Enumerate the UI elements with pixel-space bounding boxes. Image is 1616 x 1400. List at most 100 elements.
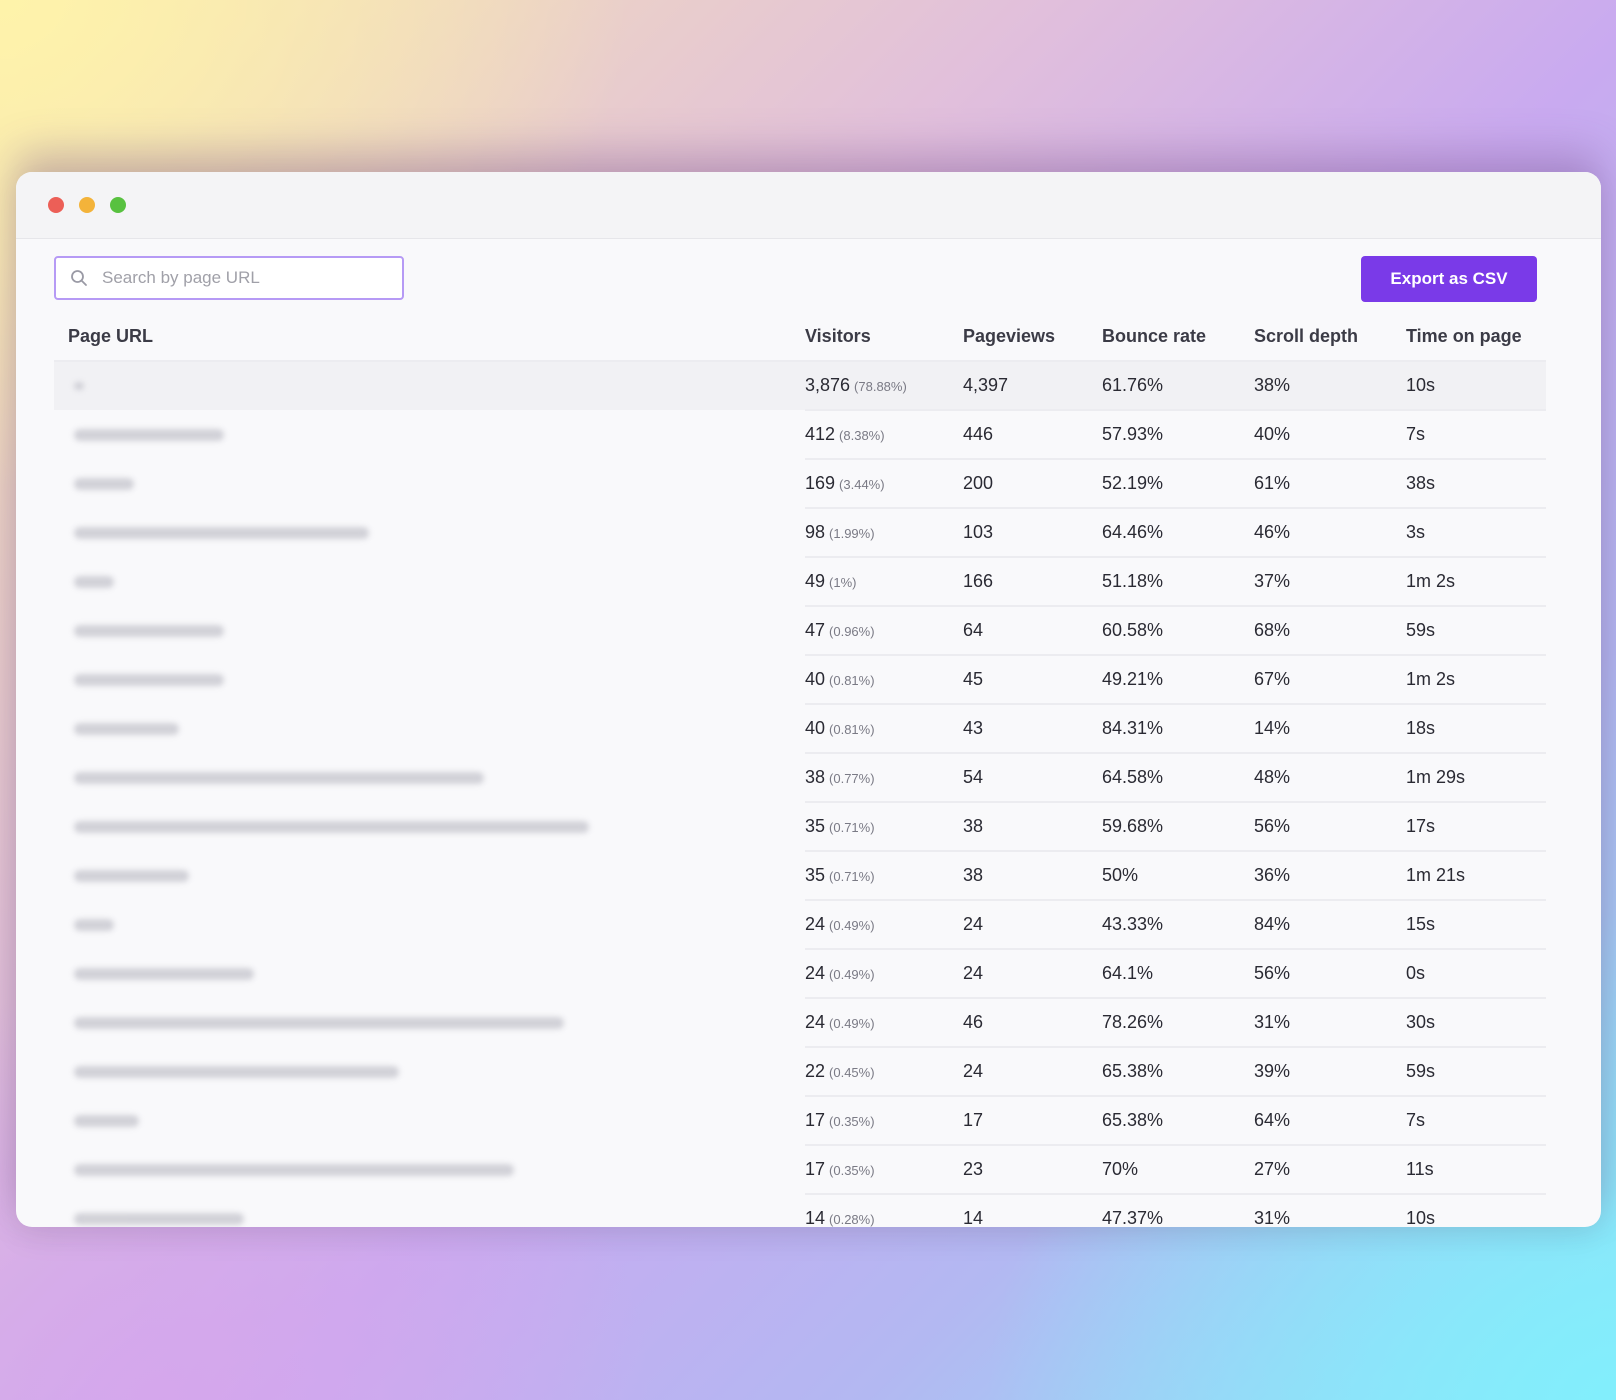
cell-time-on-page: 3s	[1406, 508, 1546, 558]
table-row[interactable]: 40 (0.81%) 45 49.21% 67% 1m 2s	[54, 655, 1546, 705]
table-row[interactable]: 17 (0.35%) 17 65.38% 64% 7s	[54, 1096, 1546, 1146]
cell-page-url[interactable]	[54, 1096, 805, 1145]
table-row[interactable]: 22 (0.45%) 24 65.38% 39% 59s	[54, 1047, 1546, 1097]
table-row[interactable]: 49 (1%) 166 51.18% 37% 1m 2s	[54, 557, 1546, 607]
visitors-percentage: (0.35%)	[829, 1114, 875, 1129]
window-close-button[interactable]	[48, 197, 64, 213]
cell-scroll-depth: 56%	[1254, 949, 1406, 999]
visitors-percentage: (0.77%)	[829, 771, 875, 786]
cell-page-url[interactable]	[54, 655, 805, 704]
cell-page-url[interactable]	[54, 1145, 805, 1194]
cell-page-url[interactable]	[54, 1047, 805, 1096]
cell-time-on-page: 1m 2s	[1406, 557, 1546, 607]
table-row[interactable]: 14 (0.28%) 14 47.37% 31% 10s	[54, 1194, 1546, 1227]
table-row[interactable]: 47 (0.96%) 64 60.58% 68% 59s	[54, 606, 1546, 656]
cell-bounce-rate: 57.93%	[1102, 410, 1254, 460]
cell-time-on-page: 59s	[1406, 1047, 1546, 1097]
visitors-percentage: (0.71%)	[829, 869, 875, 884]
cell-page-url[interactable]	[54, 606, 805, 655]
table-row[interactable]: 24 (0.49%) 46 78.26% 31% 30s	[54, 998, 1546, 1048]
search-box[interactable]	[54, 256, 404, 300]
window-maximize-button[interactable]	[110, 197, 126, 213]
visitors-percentage: (3.44%)	[839, 477, 885, 492]
visitors-percentage: (0.35%)	[829, 1163, 875, 1178]
cell-visitors: 14 (0.28%)	[805, 1194, 963, 1227]
cell-pageviews: 38	[963, 802, 1102, 852]
column-header-time-on-page[interactable]: Time on page	[1406, 312, 1546, 362]
table-row[interactable]: 24 (0.49%) 24 43.33% 84% 15s	[54, 900, 1546, 950]
cell-page-url[interactable]	[54, 753, 805, 802]
cell-scroll-depth: 39%	[1254, 1047, 1406, 1097]
visitors-count: 38	[805, 767, 826, 787]
search-input[interactable]	[100, 267, 364, 289]
column-header-scroll-depth[interactable]: Scroll depth	[1254, 312, 1406, 362]
table-row[interactable]: 3,876 (78.88%) 4,397 61.76% 38% 10s	[54, 361, 1546, 411]
cell-bounce-rate: 60.58%	[1102, 606, 1254, 656]
blurred-url-placeholder	[74, 674, 224, 687]
table-row[interactable]: 40 (0.81%) 43 84.31% 14% 18s	[54, 704, 1546, 754]
column-header-pageviews[interactable]: Pageviews	[963, 312, 1102, 362]
blurred-url-placeholder	[74, 576, 114, 589]
cell-pageviews: 446	[963, 410, 1102, 460]
column-header-bounce-rate[interactable]: Bounce rate	[1102, 312, 1254, 362]
cell-page-url[interactable]	[54, 802, 805, 851]
cell-page-url[interactable]	[54, 1194, 805, 1227]
cell-scroll-depth: 36%	[1254, 851, 1406, 901]
cell-time-on-page: 38s	[1406, 459, 1546, 509]
table-row[interactable]: 169 (3.44%) 200 52.19% 61% 38s	[54, 459, 1546, 509]
cell-bounce-rate: 49.21%	[1102, 655, 1254, 705]
cell-time-on-page: 30s	[1406, 998, 1546, 1048]
cell-page-url[interactable]	[54, 949, 805, 998]
cell-visitors: 38 (0.77%)	[805, 753, 963, 803]
visitors-percentage: (1.99%)	[829, 526, 875, 541]
table-row[interactable]: 24 (0.49%) 24 64.1% 56% 0s	[54, 949, 1546, 999]
cell-page-url[interactable]	[54, 704, 805, 753]
blurred-url-placeholder	[74, 968, 254, 981]
blurred-url-placeholder	[74, 1017, 564, 1030]
cell-bounce-rate: 70%	[1102, 1145, 1254, 1195]
cell-time-on-page: 18s	[1406, 704, 1546, 754]
blurred-url-placeholder	[74, 1115, 139, 1128]
cell-pageviews: 23	[963, 1145, 1102, 1195]
column-header-page-url[interactable]: Page URL	[54, 312, 805, 362]
table-row[interactable]: 35 (0.71%) 38 59.68% 56% 17s	[54, 802, 1546, 852]
cell-bounce-rate: 52.19%	[1102, 459, 1254, 509]
export-csv-button[interactable]: Export as CSV	[1361, 256, 1537, 302]
visitors-count: 49	[805, 571, 826, 591]
table-row[interactable]: 17 (0.35%) 23 70% 27% 11s	[54, 1145, 1546, 1195]
window-minimize-button[interactable]	[79, 197, 95, 213]
visitors-count: 17	[805, 1159, 826, 1179]
cell-bounce-rate: 64.46%	[1102, 508, 1254, 558]
cell-page-url[interactable]	[54, 900, 805, 949]
cell-pageviews: 64	[963, 606, 1102, 656]
column-header-visitors[interactable]: Visitors	[805, 312, 963, 362]
visitors-percentage: (0.49%)	[829, 967, 875, 982]
visitors-percentage: (0.49%)	[829, 1016, 875, 1031]
cell-bounce-rate: 64.58%	[1102, 753, 1254, 803]
cell-time-on-page: 17s	[1406, 802, 1546, 852]
cell-visitors: 35 (0.71%)	[805, 802, 963, 852]
visitors-count: 412	[805, 424, 836, 444]
table-row[interactable]: 412 (8.38%) 446 57.93% 40% 7s	[54, 410, 1546, 460]
cell-page-url[interactable]	[54, 410, 805, 459]
cell-bounce-rate: 51.18%	[1102, 557, 1254, 607]
cell-visitors: 40 (0.81%)	[805, 704, 963, 754]
visitors-count: 169	[805, 473, 836, 493]
visitors-percentage: (78.88%)	[854, 379, 907, 394]
table-row[interactable]: 35 (0.71%) 38 50% 36% 1m 21s	[54, 851, 1546, 901]
cell-page-url[interactable]	[54, 557, 805, 606]
cell-scroll-depth: 31%	[1254, 1194, 1406, 1227]
cell-pageviews: 43	[963, 704, 1102, 754]
cell-page-url[interactable]	[54, 508, 805, 557]
table-row[interactable]: 98 (1.99%) 103 64.46% 46% 3s	[54, 508, 1546, 558]
blurred-url-placeholder	[74, 870, 189, 883]
cell-page-url[interactable]	[54, 998, 805, 1047]
cell-pageviews: 200	[963, 459, 1102, 509]
cell-scroll-depth: 46%	[1254, 508, 1406, 558]
table-row[interactable]: 38 (0.77%) 54 64.58% 48% 1m 29s	[54, 753, 1546, 803]
cell-page-url[interactable]	[54, 851, 805, 900]
cell-page-url[interactable]	[54, 459, 805, 508]
cell-visitors: 47 (0.96%)	[805, 606, 963, 656]
cell-page-url[interactable]	[54, 361, 805, 410]
search-icon	[71, 270, 87, 286]
